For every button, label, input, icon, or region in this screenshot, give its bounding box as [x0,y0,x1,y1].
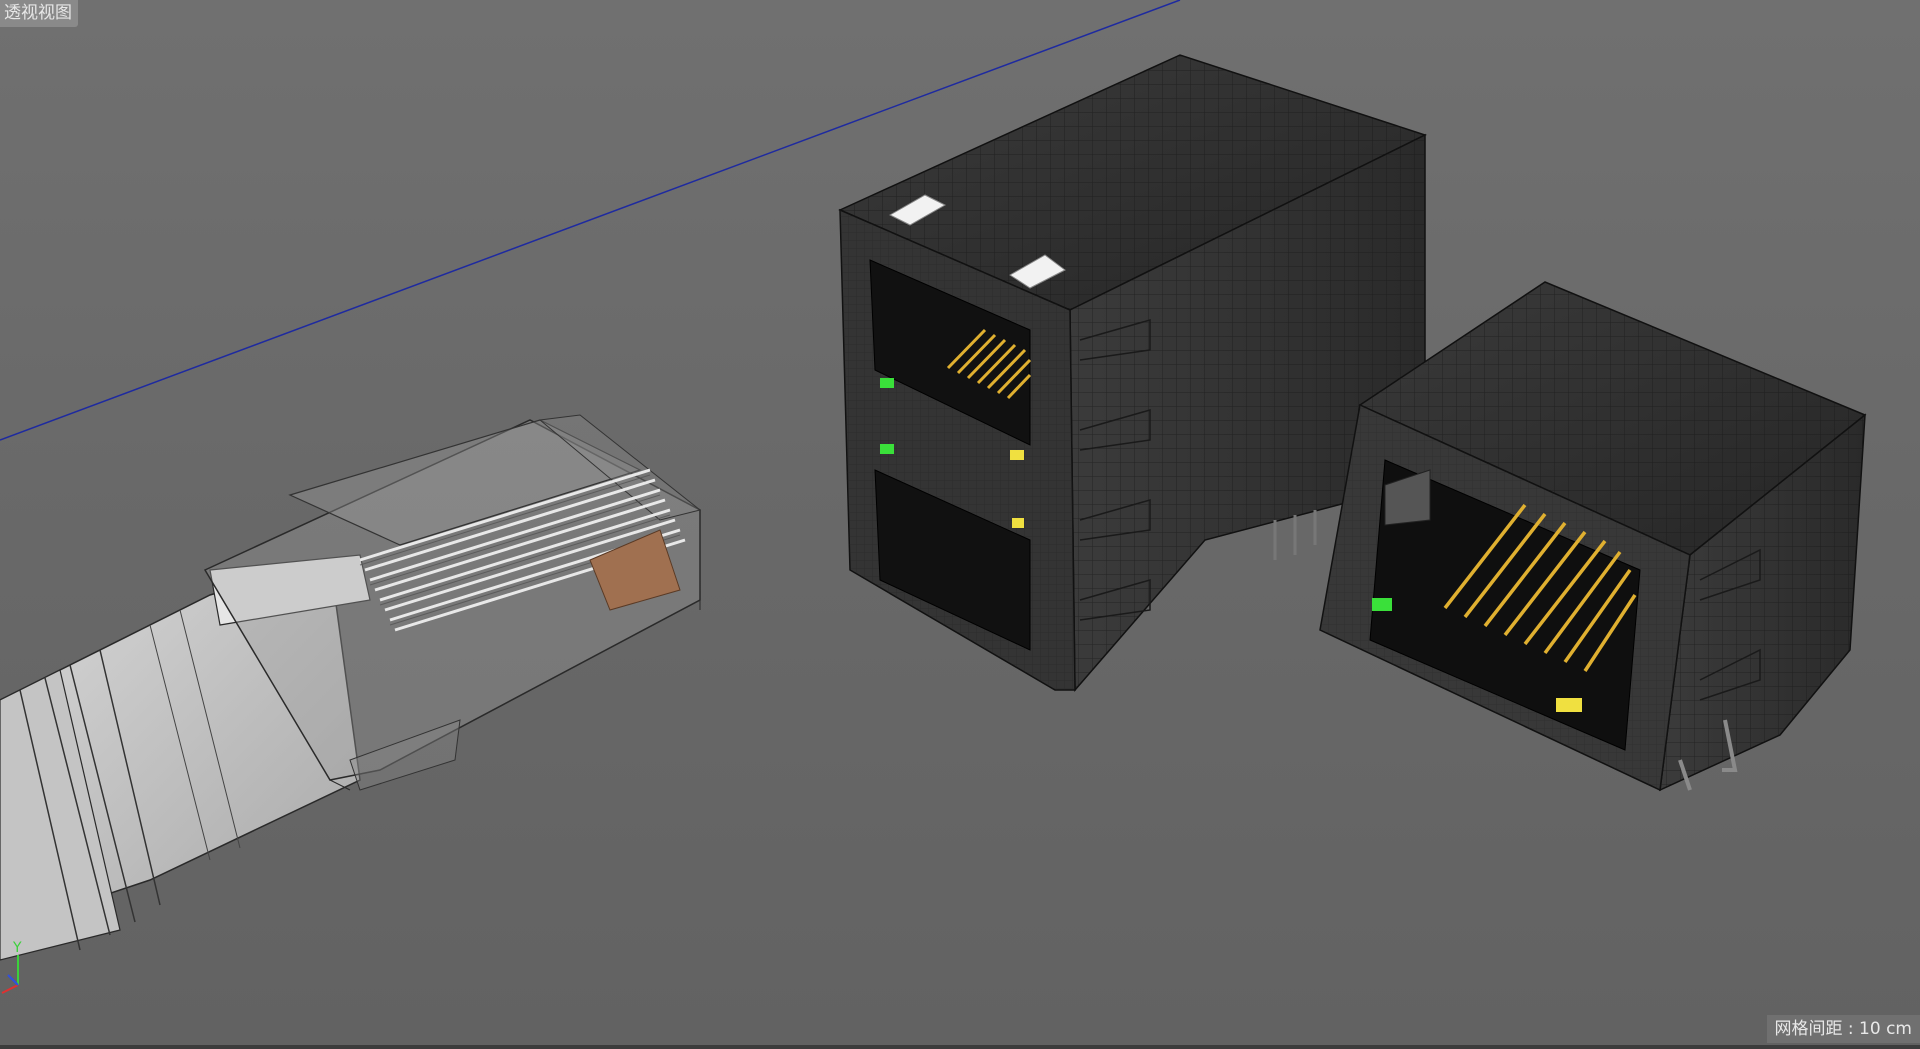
single-led-green [1372,598,1392,611]
single-led-yellow [1556,698,1582,712]
grid-spacing-readout: 网格间距 : 10 cm [1766,1015,1920,1043]
lower-led-yellow [1012,518,1024,528]
lower-led-green [880,444,894,454]
scene-canvas[interactable]: Y [0,0,1920,1049]
viewport-bottom-border [0,1045,1920,1049]
upper-led-yellow [1010,450,1024,460]
view-mode-label[interactable]: 透视视图 [0,0,78,27]
rj45-plug-model[interactable] [0,414,702,961]
axis-y-label: Y [12,940,22,956]
3d-viewport[interactable]: Y 透视视图 网格间距 : 10 cm [0,0,1920,1049]
upper-led-green [880,378,894,388]
